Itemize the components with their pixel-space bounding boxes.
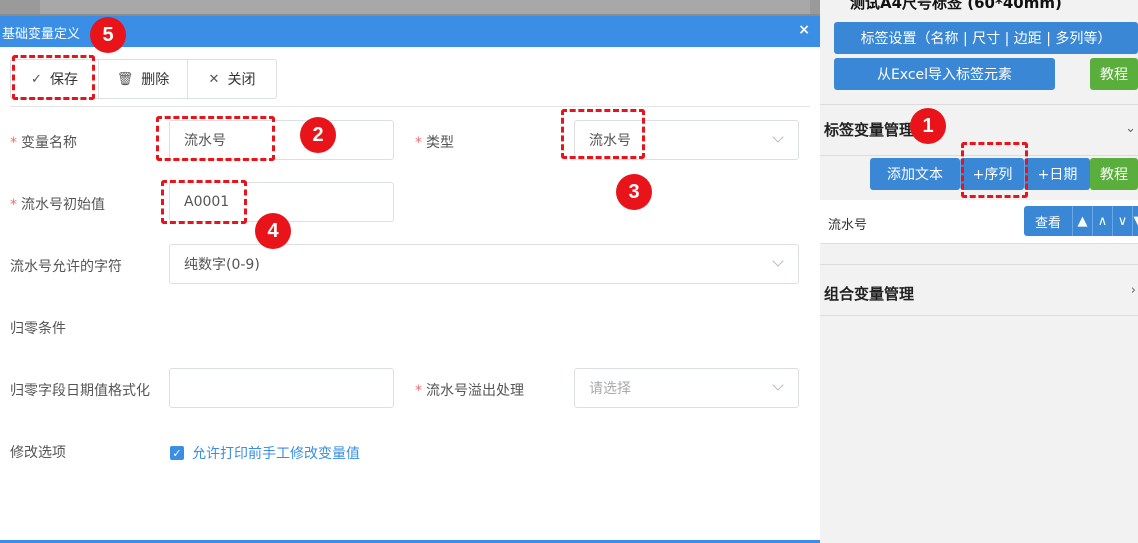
label-editor-side-panel: 测试A4尺号标签 (60*40mm) 标签设置（名称 | 尺寸 | 边距 | 多… bbox=[820, 0, 1138, 543]
annotation-badge-4: 4 bbox=[255, 213, 291, 249]
background-strip bbox=[40, 0, 810, 14]
chevron-down-icon bbox=[772, 379, 784, 391]
date-format-input[interactable] bbox=[169, 368, 394, 408]
background-overlay bbox=[0, 0, 820, 14]
close-label: 关闭 bbox=[227, 72, 256, 88]
move-top-icon[interactable]: ▲ bbox=[1072, 206, 1092, 236]
chevron-down-icon bbox=[772, 131, 784, 143]
overflow-select[interactable]: 请选择 bbox=[574, 368, 799, 408]
date-format-label: 归零字段日期值格式化 bbox=[10, 383, 150, 399]
manual-modify-label: 允许打印前手工修改变量值 bbox=[192, 446, 360, 462]
chevron-right-icon: › bbox=[1130, 283, 1136, 298]
close-button[interactable]: ✕ 关闭 bbox=[188, 60, 276, 98]
initial-value-label: * 流水号初始值 bbox=[10, 197, 105, 213]
name-label: * 变量名称 bbox=[10, 135, 77, 151]
add-text-button[interactable]: 添加文本 bbox=[870, 158, 960, 190]
allowed-chars-select[interactable]: 纯数字(0-9) bbox=[169, 244, 799, 284]
variable-section-title: 标签变量管理 bbox=[824, 121, 915, 139]
checkbox-checked-icon: ✓ bbox=[170, 446, 184, 460]
import-excel-button[interactable]: 从Excel导入标签元素 bbox=[834, 58, 1055, 90]
variable-row: 流水号 查看 ▲ ∧ ∨ ▼ bbox=[820, 200, 1138, 244]
type-label: * 类型 bbox=[415, 135, 454, 151]
toolbar-divider bbox=[10, 106, 810, 107]
allowed-chars-label: 流水号允许的字符 bbox=[10, 259, 122, 275]
annotation-box-initial bbox=[161, 180, 247, 224]
add-date-button[interactable]: +日期 bbox=[1024, 158, 1090, 190]
annotation-badge-3: 3 bbox=[616, 174, 652, 210]
overflow-label: * 流水号溢出处理 bbox=[415, 383, 524, 399]
annotation-box-save bbox=[12, 55, 95, 100]
tutorial-button-vars[interactable]: 教程 bbox=[1090, 158, 1138, 190]
variable-definition-dialog: 基础变量定义 × ✓ 保存 🗑 删除 ✕ 关闭 * 变量名称 流水号 * 类型 流水… bbox=[0, 16, 820, 543]
x-icon: ✕ bbox=[208, 71, 220, 87]
move-up-icon[interactable]: ∧ bbox=[1092, 206, 1112, 236]
annotation-badge-5: 5 bbox=[90, 17, 126, 53]
label-settings-button[interactable]: 标签设置（名称 | 尺寸 | 边距 | 多列等） bbox=[834, 22, 1138, 54]
move-down-icon[interactable]: ∨ bbox=[1112, 206, 1132, 236]
combo-section-header[interactable]: 组合变量管理 › bbox=[820, 264, 1138, 316]
tutorial-button-top[interactable]: 教程 bbox=[1090, 58, 1138, 90]
view-button[interactable]: 查看 bbox=[1024, 206, 1072, 236]
delete-label: 删除 bbox=[141, 72, 170, 88]
manual-modify-checkbox[interactable]: ✓ 允许打印前手工修改变量值 bbox=[170, 443, 360, 463]
annotation-box-name bbox=[156, 116, 275, 161]
annotation-box-type bbox=[561, 109, 645, 159]
close-icon[interactable]: × bbox=[798, 22, 810, 38]
delete-button[interactable]: 🗑 删除 bbox=[99, 60, 188, 98]
variable-row-label: 流水号 bbox=[828, 218, 868, 233]
label-title: 测试A4尺号标签 (60*40mm) bbox=[850, 0, 1062, 12]
chevron-down-icon bbox=[772, 255, 784, 267]
trash-icon: 🗑 bbox=[116, 71, 134, 87]
dialog-title: 基础变量定义 bbox=[2, 27, 81, 42]
chevron-down-icon: ⌄ bbox=[1125, 121, 1136, 136]
variable-row-actions: 查看 ▲ ∧ ∨ ▼ bbox=[1024, 206, 1138, 236]
move-bottom-icon[interactable]: ▼ bbox=[1132, 206, 1138, 236]
reset-condition-label: 归零条件 bbox=[10, 321, 66, 337]
combo-section-title: 组合变量管理 bbox=[824, 285, 915, 303]
modify-options-label: 修改选项 bbox=[10, 445, 66, 461]
annotation-box-sequence bbox=[961, 142, 1028, 198]
annotation-badge-1: 1 bbox=[910, 108, 946, 144]
annotation-badge-2: 2 bbox=[300, 117, 336, 153]
